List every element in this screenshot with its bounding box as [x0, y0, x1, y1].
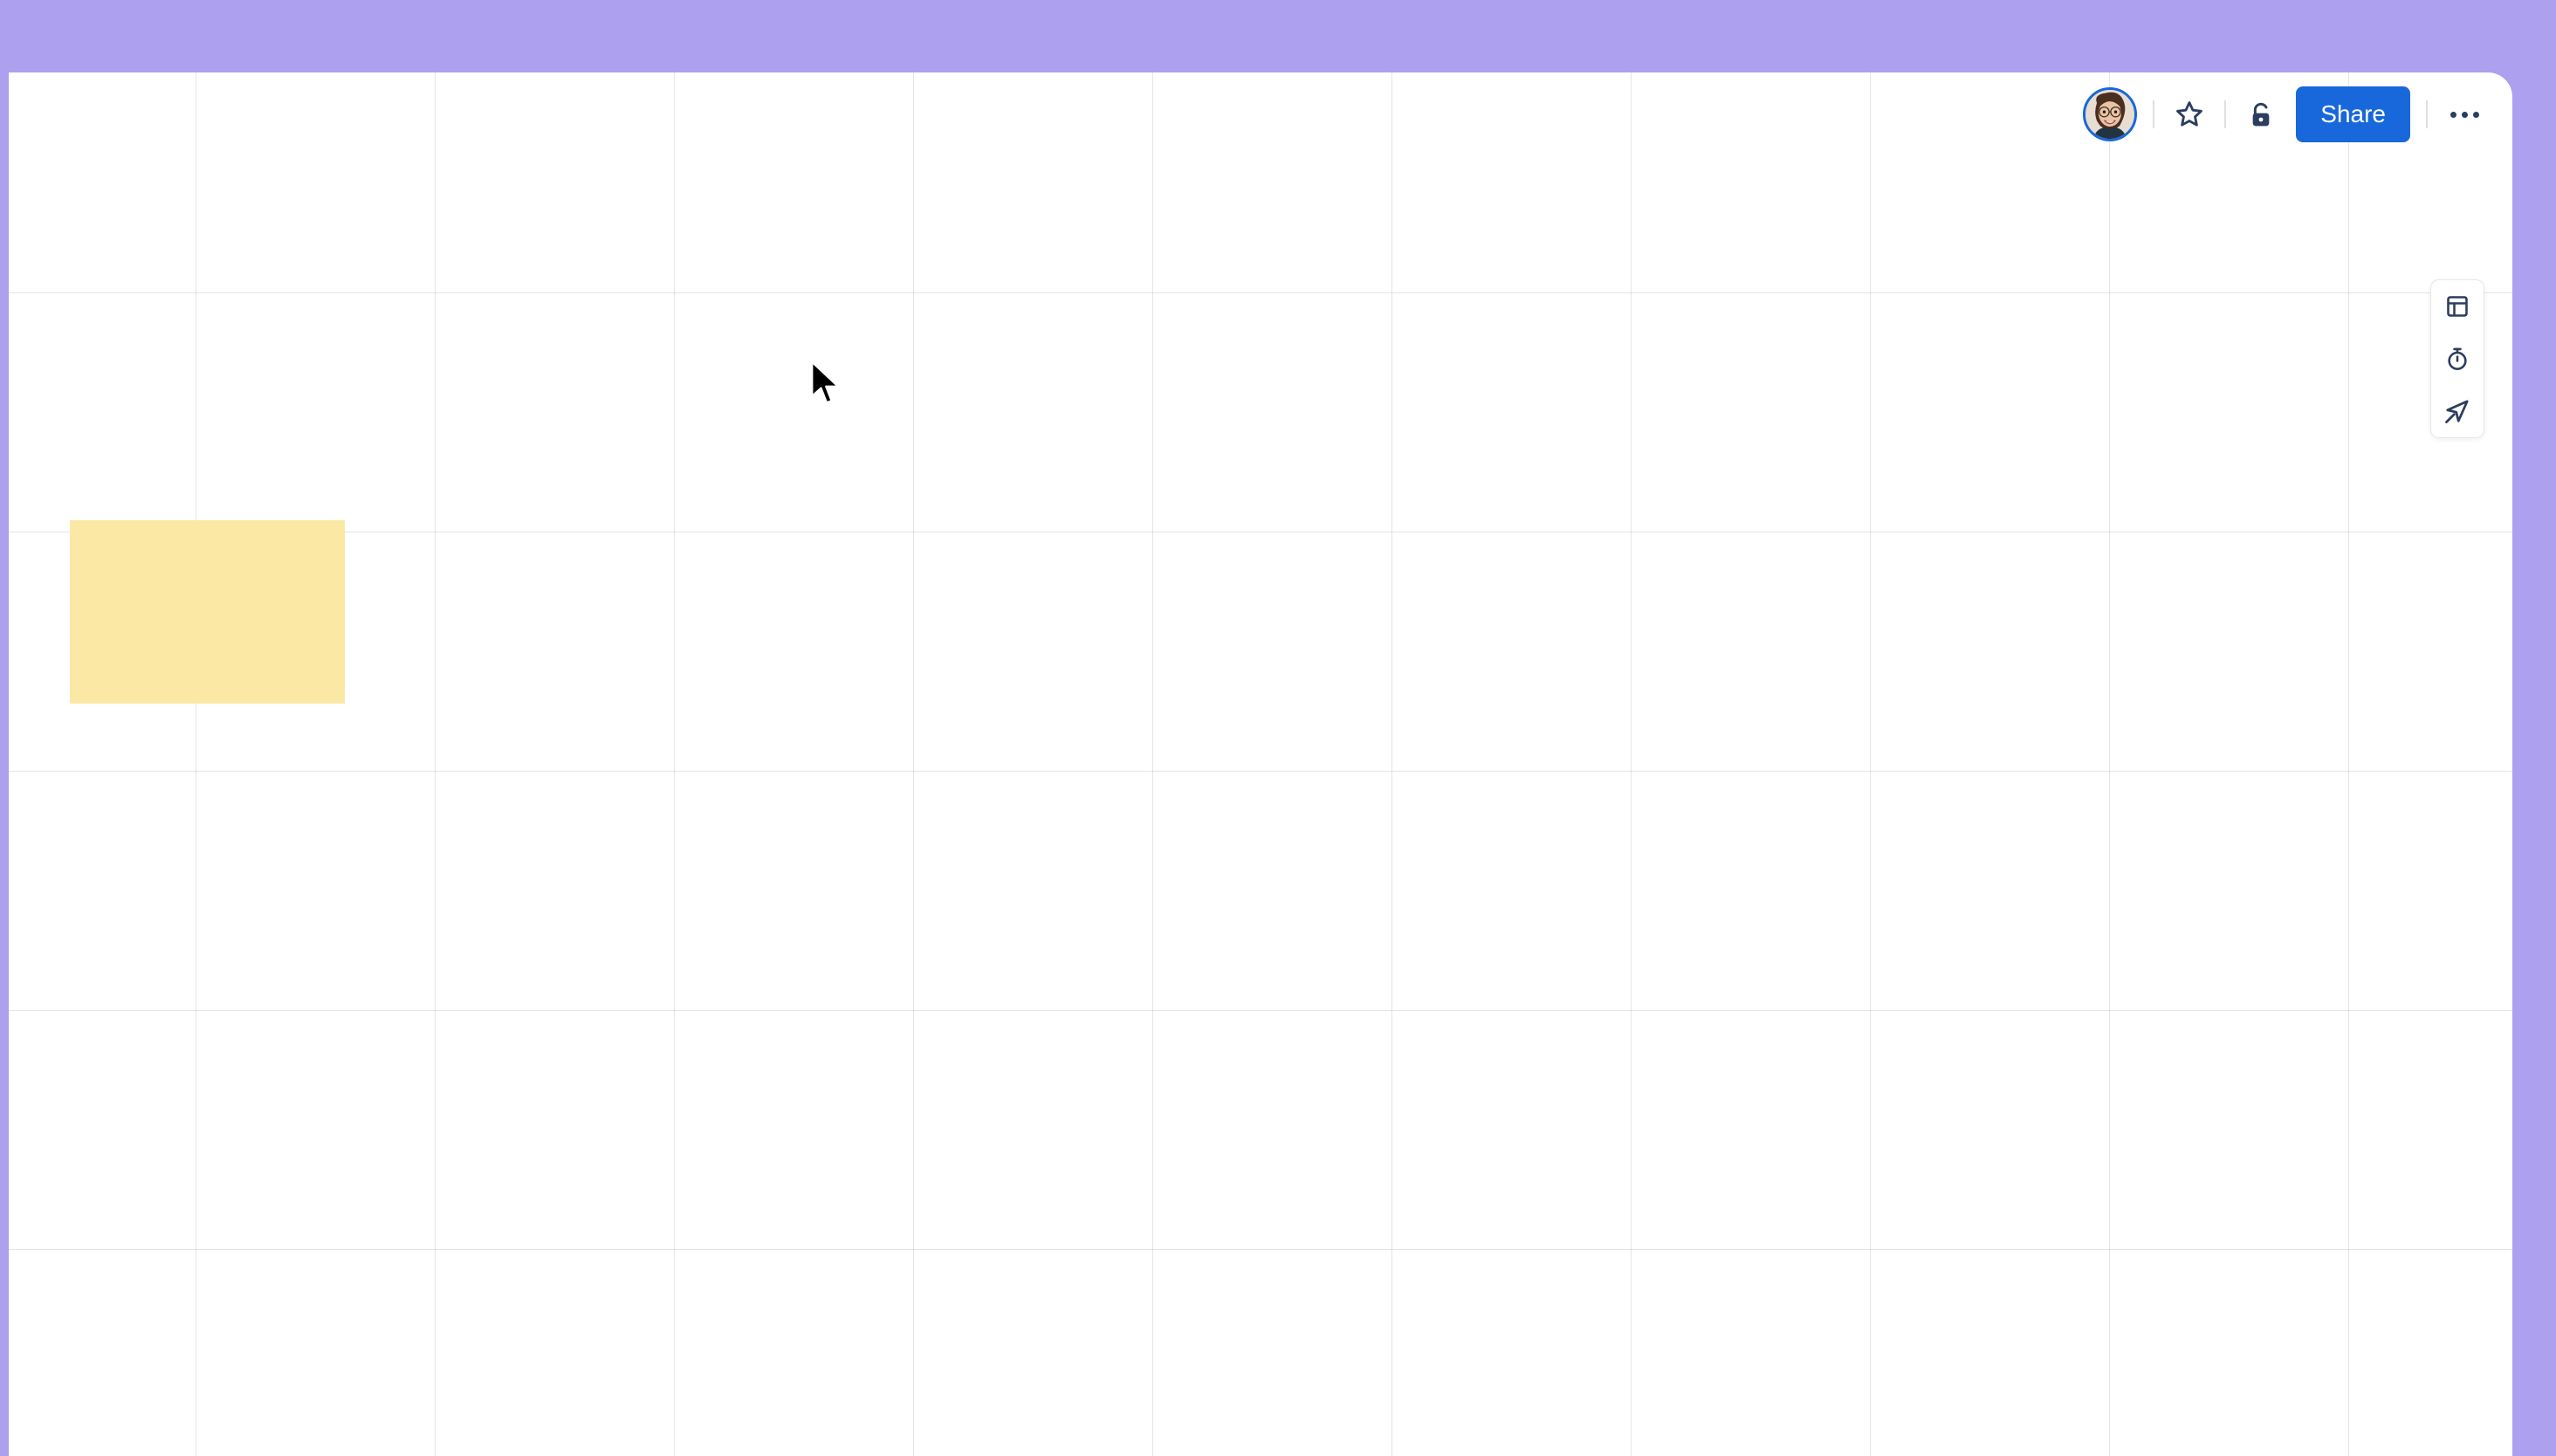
top-toolbar: Share	[2083, 86, 2486, 142]
star-icon	[2175, 100, 2204, 129]
more-icon	[2462, 112, 2468, 118]
layout-icon	[2445, 294, 2470, 319]
pointer-tool[interactable]	[2442, 395, 2473, 427]
toolbar-divider	[2153, 100, 2154, 128]
toolbar-divider	[2224, 100, 2226, 128]
app-frame: Share	[0, 0, 2556, 1456]
user-avatar[interactable]	[2083, 87, 2137, 141]
avatar-icon	[2085, 90, 2134, 139]
share-button[interactable]: Share	[2296, 86, 2410, 142]
more-button[interactable]	[2443, 105, 2486, 125]
unlock-button[interactable]	[2242, 95, 2280, 134]
more-icon	[2473, 112, 2479, 118]
sticky-note[interactable]	[70, 520, 345, 704]
more-icon	[2450, 112, 2456, 118]
timer-tool[interactable]	[2442, 343, 2473, 374]
toolbar-divider	[2426, 100, 2428, 128]
right-tool-panel	[2430, 279, 2484, 438]
star-button[interactable]	[2170, 95, 2209, 134]
canvas-window: Share	[9, 72, 2512, 1456]
pointer-tool-icon	[2444, 398, 2470, 424]
timer-icon	[2445, 347, 2470, 371]
unlock-icon	[2247, 100, 2275, 128]
layout-tool[interactable]	[2442, 291, 2473, 322]
canvas-grid[interactable]	[9, 72, 2512, 1456]
